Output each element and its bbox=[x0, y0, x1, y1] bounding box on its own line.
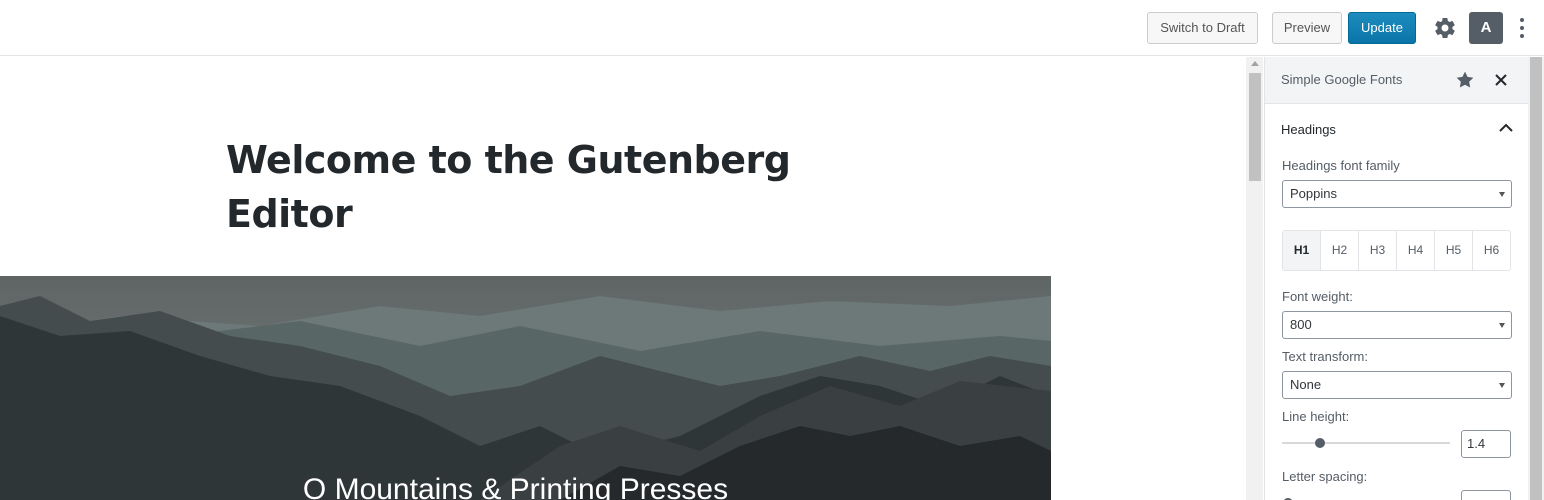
font-family-select[interactable]: Poppins bbox=[1282, 180, 1512, 208]
post-title-line: Welcome to the Gutenberg bbox=[226, 138, 791, 182]
plugin-sidebar: Simple Google Fonts Headings Headings fo… bbox=[1264, 57, 1528, 500]
text-transform-select[interactable]: None bbox=[1282, 371, 1512, 399]
tab-h6[interactable]: H6 bbox=[1473, 231, 1510, 270]
sidebar-scrollbar[interactable] bbox=[1528, 57, 1544, 500]
sidebar-title: Simple Google Fonts bbox=[1281, 72, 1403, 87]
avatar[interactable]: A bbox=[1469, 12, 1503, 44]
switch-to-draft-button[interactable]: Switch to Draft bbox=[1147, 12, 1258, 44]
editor-scrollbar[interactable] bbox=[1246, 57, 1263, 500]
chevron-down-icon bbox=[1499, 383, 1505, 388]
cover-text[interactable]: O Mountains & Printing Presses bbox=[0, 470, 1031, 500]
line-height-slider-handle[interactable] bbox=[1315, 438, 1325, 448]
letter-spacing-label: Letter spacing: bbox=[1282, 469, 1368, 484]
line-height-input[interactable]: 1.4 bbox=[1461, 430, 1511, 458]
post-title[interactable]: Welcome to the Gutenberg Editor bbox=[226, 133, 826, 241]
heading-level-tabs: H1 H2 H3 H4 H5 H6 bbox=[1282, 230, 1511, 271]
tab-h2[interactable]: H2 bbox=[1321, 231, 1359, 270]
text-transform-value: None bbox=[1290, 377, 1322, 392]
tab-h1[interactable]: H1 bbox=[1283, 231, 1321, 270]
more-options-icon[interactable] bbox=[1514, 16, 1530, 40]
letter-spacing-input[interactable] bbox=[1461, 490, 1511, 500]
line-height-slider-track[interactable] bbox=[1282, 442, 1450, 444]
mountain-image bbox=[0, 276, 1051, 500]
update-button[interactable]: Update bbox=[1348, 12, 1416, 44]
star-icon[interactable] bbox=[1455, 70, 1475, 90]
font-weight-select[interactable]: 800 bbox=[1282, 311, 1512, 339]
chevron-down-icon bbox=[1499, 323, 1505, 328]
sidebar-scrollbar-thumb[interactable] bbox=[1530, 57, 1542, 500]
chevron-up-icon[interactable] bbox=[1499, 123, 1513, 133]
preview-button[interactable]: Preview bbox=[1272, 12, 1342, 44]
line-height-label: Line height: bbox=[1282, 409, 1350, 424]
post-title-line: Editor bbox=[226, 192, 353, 236]
sidebar-header: Simple Google Fonts bbox=[1265, 57, 1528, 104]
scrollbar-thumb[interactable] bbox=[1249, 73, 1261, 181]
font-family-value: Poppins bbox=[1290, 186, 1337, 201]
font-weight-label: Font weight: bbox=[1282, 289, 1353, 304]
chevron-down-icon bbox=[1499, 192, 1505, 197]
panel-title-headings[interactable]: Headings bbox=[1281, 122, 1336, 137]
editor-toolbar: Switch to Draft Preview Update A bbox=[0, 0, 1544, 56]
tab-h3[interactable]: H3 bbox=[1359, 231, 1397, 270]
gear-icon[interactable] bbox=[1433, 16, 1457, 40]
tab-h4[interactable]: H4 bbox=[1397, 231, 1435, 270]
cover-block[interactable]: O Mountains & Printing Presses bbox=[0, 276, 1051, 500]
text-transform-label: Text transform: bbox=[1282, 349, 1368, 364]
font-weight-value: 800 bbox=[1290, 317, 1312, 332]
font-family-label: Headings font family bbox=[1282, 158, 1400, 173]
scroll-up-arrow-icon[interactable] bbox=[1251, 61, 1259, 66]
tab-h5[interactable]: H5 bbox=[1435, 231, 1473, 270]
editor-canvas: Welcome to the Gutenberg Editor O Mounta… bbox=[0, 57, 1244, 500]
close-icon[interactable] bbox=[1494, 71, 1508, 89]
